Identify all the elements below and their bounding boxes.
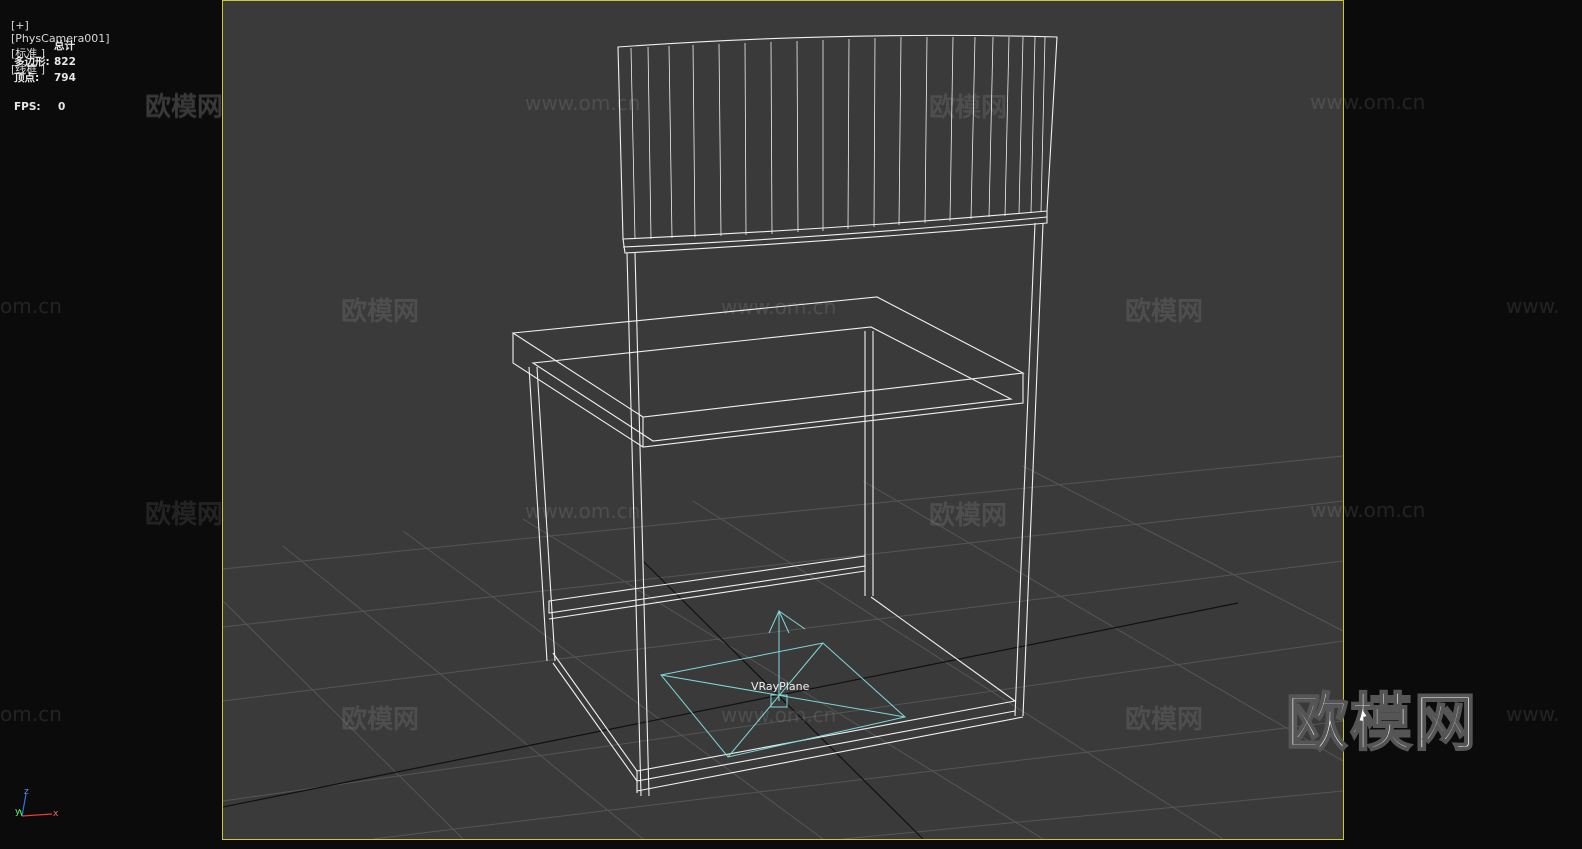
axis-x-label: x	[53, 809, 59, 819]
ground-grid	[223, 455, 1343, 839]
viewport-menu-plus[interactable]: [+]	[11, 19, 29, 32]
watermark-url: www.om.cn	[1310, 90, 1426, 114]
fps-label: FPS:	[14, 101, 41, 113]
viewport-scene[interactable]: VRayPlane 欧模网 www.om.cn 欧模网 欧模网 www.om.c…	[145, 0, 1344, 840]
statistics-panel: 总计 多边形: 822 顶点: 794	[14, 38, 76, 86]
watermark-url-partial: om.cn	[0, 702, 62, 726]
vray-plane-label: VRayPlane	[751, 680, 810, 693]
axis-tripod-icon: z x y	[15, 787, 59, 819]
watermark-url-cut: www.	[1506, 294, 1560, 318]
watermark-url-cut: www.	[1506, 702, 1560, 726]
vertices-label: 顶点:	[14, 72, 40, 84]
backrest-slats	[630, 36, 1046, 240]
watermark-cn: 欧模网	[929, 501, 1008, 531]
fps-readout: FPS: 0	[14, 101, 65, 113]
watermark-cn: 欧模网	[341, 705, 420, 735]
axis-z-label: z	[24, 787, 29, 797]
polygons-label: 多边形:	[14, 56, 50, 68]
vertices-value: 794	[54, 72, 76, 84]
watermark-cn: 欧模网	[929, 93, 1008, 123]
watermark-url-partial: om.cn	[0, 294, 62, 318]
watermark-url: www.om.cn	[721, 703, 837, 727]
watermark-cn: 欧模网	[1125, 297, 1204, 327]
watermark-url: www.om.cn	[1310, 498, 1426, 522]
watermark-cn: 欧模网	[1125, 705, 1204, 735]
stats-header: 总计	[54, 40, 75, 52]
watermark-url: www.om.cn	[525, 91, 641, 115]
fps-value: 0	[58, 101, 66, 113]
watermark-url: www.om.cn	[721, 295, 837, 319]
polygons-value: 822	[54, 56, 76, 68]
watermark-url: www.om.cn	[525, 499, 641, 523]
axis-y-label: y	[15, 807, 21, 817]
watermark-cn: 欧模网	[145, 500, 224, 530]
watermark-cn: 欧模网	[341, 297, 420, 327]
watermark-cn: 欧模网	[145, 92, 224, 122]
brand-logo: 欧模网	[1285, 685, 1479, 760]
